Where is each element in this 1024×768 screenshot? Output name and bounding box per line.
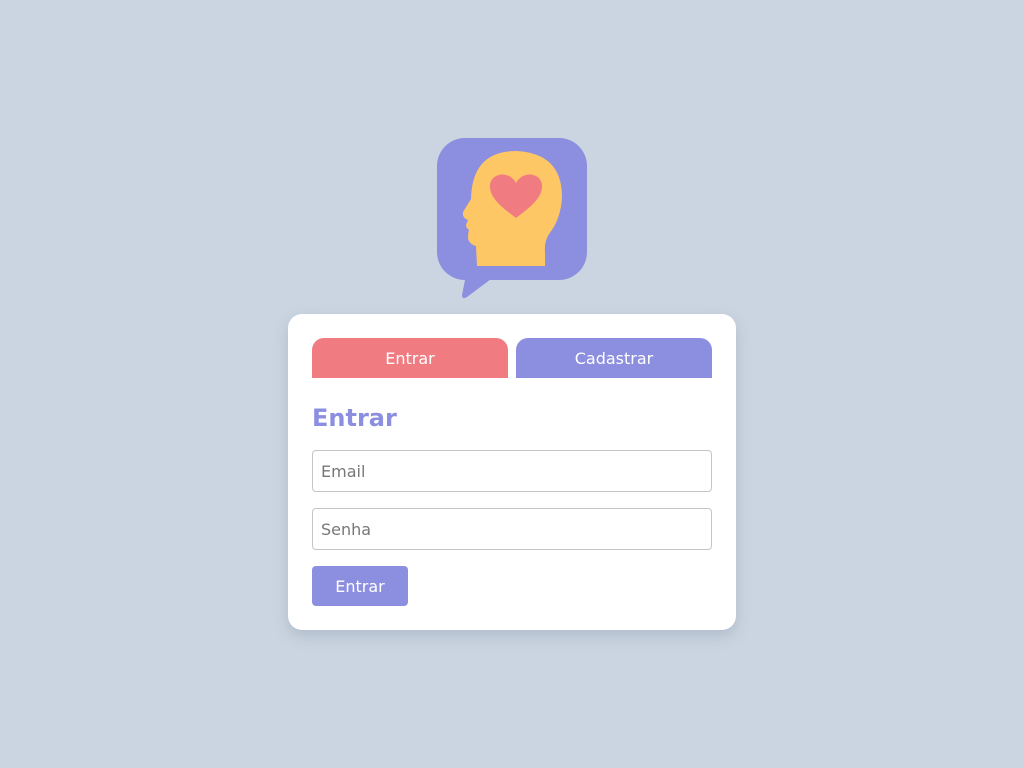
auth-tabs: Entrar Cadastrar: [312, 338, 712, 378]
mind-heart-chat-icon: [437, 138, 587, 299]
password-field[interactable]: [312, 508, 712, 550]
email-field[interactable]: [312, 450, 712, 492]
app-logo: [437, 138, 587, 300]
form-title: Entrar: [312, 404, 397, 432]
login-button[interactable]: Entrar: [312, 566, 408, 606]
tab-entrar[interactable]: Entrar: [312, 338, 508, 378]
auth-card: Entrar Cadastrar Entrar Entrar: [288, 314, 736, 630]
tab-cadastrar[interactable]: Cadastrar: [516, 338, 712, 378]
